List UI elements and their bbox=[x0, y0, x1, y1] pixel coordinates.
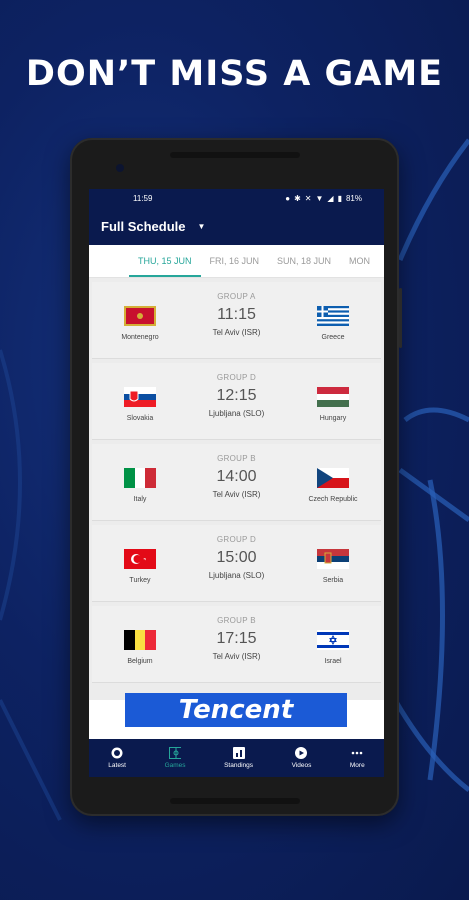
away-team-name: Hungary bbox=[319, 415, 347, 422]
play-icon bbox=[295, 747, 308, 759]
nav-latest[interactable]: Latest bbox=[108, 747, 126, 769]
game-card[interactable]: GROUP D Turkey 15:00 Ljubljana (SLO) Ser… bbox=[92, 525, 381, 602]
away-team: Hungary bbox=[293, 387, 373, 422]
away-team-name: Serbia bbox=[322, 577, 344, 584]
game-card[interactable]: GROUP D Slovakia 12:15 Ljubljana (SLO) H… bbox=[92, 363, 381, 440]
israel-flag-icon bbox=[317, 630, 349, 650]
status-bar: 11:59 ● ✱ ✕ ▼ ◢ ▮ 81% bbox=[89, 189, 384, 207]
phone-bottom-speaker bbox=[170, 798, 300, 804]
app-screen: 11:59 ● ✱ ✕ ▼ ◢ ▮ 81% Full Schedule ▼ TH… bbox=[89, 189, 384, 777]
schedule-title[interactable]: Full Schedule bbox=[101, 219, 186, 234]
phone-speaker bbox=[170, 152, 300, 158]
game-group: GROUP D bbox=[216, 373, 257, 382]
nav-videos-label: Videos bbox=[291, 762, 312, 769]
alarm-icon: ● bbox=[285, 193, 291, 203]
app-bar: Full Schedule ▼ bbox=[89, 207, 384, 245]
more-dots-icon bbox=[351, 747, 363, 759]
games-icon bbox=[169, 747, 182, 759]
away-team: Czech Republic bbox=[293, 468, 373, 503]
nav-standings-label: Standings bbox=[224, 762, 253, 769]
away-team: Israel bbox=[293, 630, 373, 665]
away-team: Greece bbox=[293, 306, 373, 341]
bottom-navigation: Latest Games Standings Videos More bbox=[89, 739, 384, 777]
game-group: GROUP B bbox=[217, 616, 256, 625]
status-time: 11:59 bbox=[133, 193, 153, 203]
nav-standings[interactable]: Standings bbox=[224, 747, 253, 769]
away-team-name: Greece bbox=[321, 334, 345, 341]
games-list: GROUP A Montenegro 11:15 Tel Aviv (ISR) bbox=[89, 278, 384, 700]
tab-mon[interactable]: MON bbox=[340, 245, 379, 277]
phone-side-button bbox=[399, 288, 402, 348]
tab-fri-16-jun[interactable]: FRI, 16 JUN bbox=[201, 245, 269, 277]
nav-games[interactable]: Games bbox=[165, 747, 186, 769]
serbia-flag-icon bbox=[317, 549, 349, 569]
hungary-flag-icon bbox=[317, 387, 349, 407]
tab-sun-18-jun[interactable]: SUN, 18 JUN bbox=[268, 245, 340, 277]
game-group: GROUP D bbox=[216, 535, 257, 544]
nav-games-label: Games bbox=[164, 762, 186, 769]
date-tabs: THU, 15 JUN FRI, 16 JUN SUN, 18 JUN MON bbox=[89, 245, 384, 278]
bluetooth-icon: ✱ bbox=[294, 193, 301, 203]
nav-latest-label: Latest bbox=[108, 762, 126, 769]
phone-camera bbox=[116, 164, 124, 172]
away-team-name: Czech Republic bbox=[308, 496, 358, 503]
sponsor-banner[interactable]: Tencent bbox=[125, 693, 347, 727]
battery-percent: 81% bbox=[345, 193, 362, 203]
nav-more-label: More bbox=[349, 762, 365, 769]
away-team: Serbia bbox=[293, 549, 373, 584]
game-group: GROUP A bbox=[217, 292, 256, 301]
signal-icon: ◢ bbox=[327, 193, 334, 203]
game-card[interactable]: GROUP B Belgium 17:15 Tel Aviv (ISR) Isr… bbox=[92, 606, 381, 683]
dropdown-arrow-icon[interactable]: ▼ bbox=[198, 222, 206, 231]
game-card[interactable]: GROUP B Italy 14:00 Tel Aviv (ISR) Czech… bbox=[92, 444, 381, 521]
away-team-name: Israel bbox=[324, 658, 342, 665]
wifi-icon: ▼ bbox=[315, 193, 324, 203]
game-group: GROUP B bbox=[217, 454, 256, 463]
tab-thu-15-jun[interactable]: THU, 15 JUN bbox=[129, 245, 201, 277]
nav-more[interactable]: More bbox=[350, 747, 365, 769]
mute-icon: ✕ bbox=[304, 193, 312, 203]
latest-icon bbox=[111, 747, 123, 759]
game-card[interactable]: GROUP A Montenegro 11:15 Tel Aviv (ISR) bbox=[92, 282, 381, 359]
nav-videos[interactable]: Videos bbox=[291, 747, 312, 769]
greece-flag-icon bbox=[317, 306, 349, 326]
standings-icon bbox=[232, 747, 245, 759]
headline: DON’T MISS A GAME bbox=[25, 54, 444, 94]
czech-republic-flag-icon bbox=[317, 468, 349, 488]
battery-icon: ▮ bbox=[337, 193, 342, 203]
